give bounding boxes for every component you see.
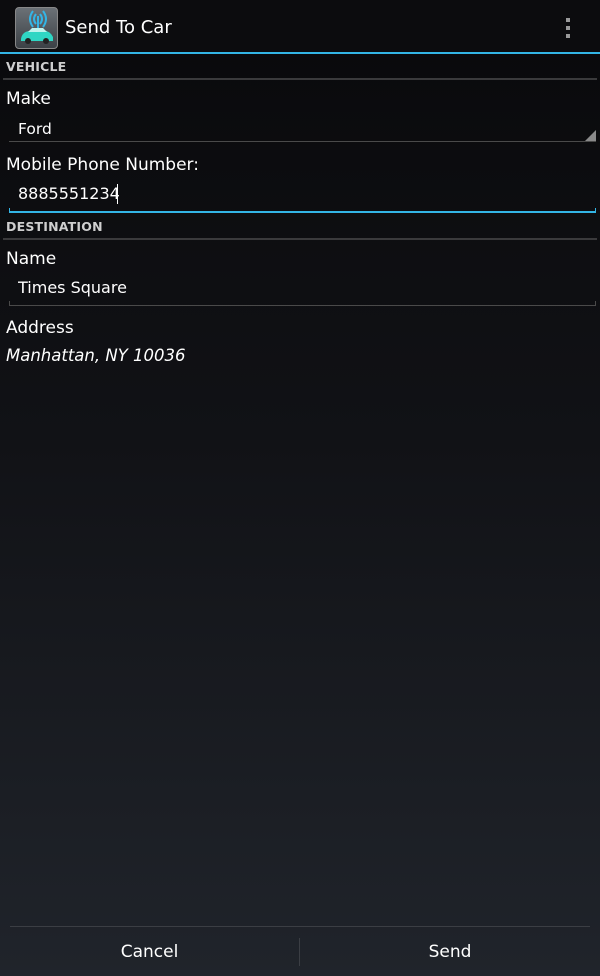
action-bar: Send To Car: [0, 0, 600, 54]
name-label: Name: [6, 249, 57, 269]
vehicle-section-header: VEHICLE: [6, 59, 67, 74]
car-signal-icon[interactable]: [15, 7, 58, 49]
phone-field[interactable]: [9, 180, 596, 213]
app-title: Send To Car: [65, 17, 172, 38]
cancel-button[interactable]: Cancel: [0, 927, 299, 976]
dropdown-arrow-icon: [585, 130, 596, 141]
phone-label: Mobile Phone Number:: [6, 155, 199, 175]
overflow-menu-icon[interactable]: [556, 14, 580, 42]
section-divider: [3, 78, 597, 80]
phone-input[interactable]: [18, 184, 578, 203]
destination-section-header: DESTINATION: [6, 219, 103, 234]
make-value: Ford: [18, 120, 52, 138]
address-label: Address: [6, 318, 74, 338]
make-spinner[interactable]: Ford: [9, 114, 596, 142]
name-field[interactable]: [9, 274, 596, 306]
section-divider: [3, 238, 597, 240]
make-label: Make: [6, 89, 51, 109]
button-bar: Cancel Send: [0, 926, 600, 976]
text-cursor: [117, 184, 118, 204]
name-input[interactable]: [18, 278, 578, 297]
send-button[interactable]: Send: [300, 927, 600, 976]
address-value: Manhattan, NY 10036: [6, 346, 186, 365]
